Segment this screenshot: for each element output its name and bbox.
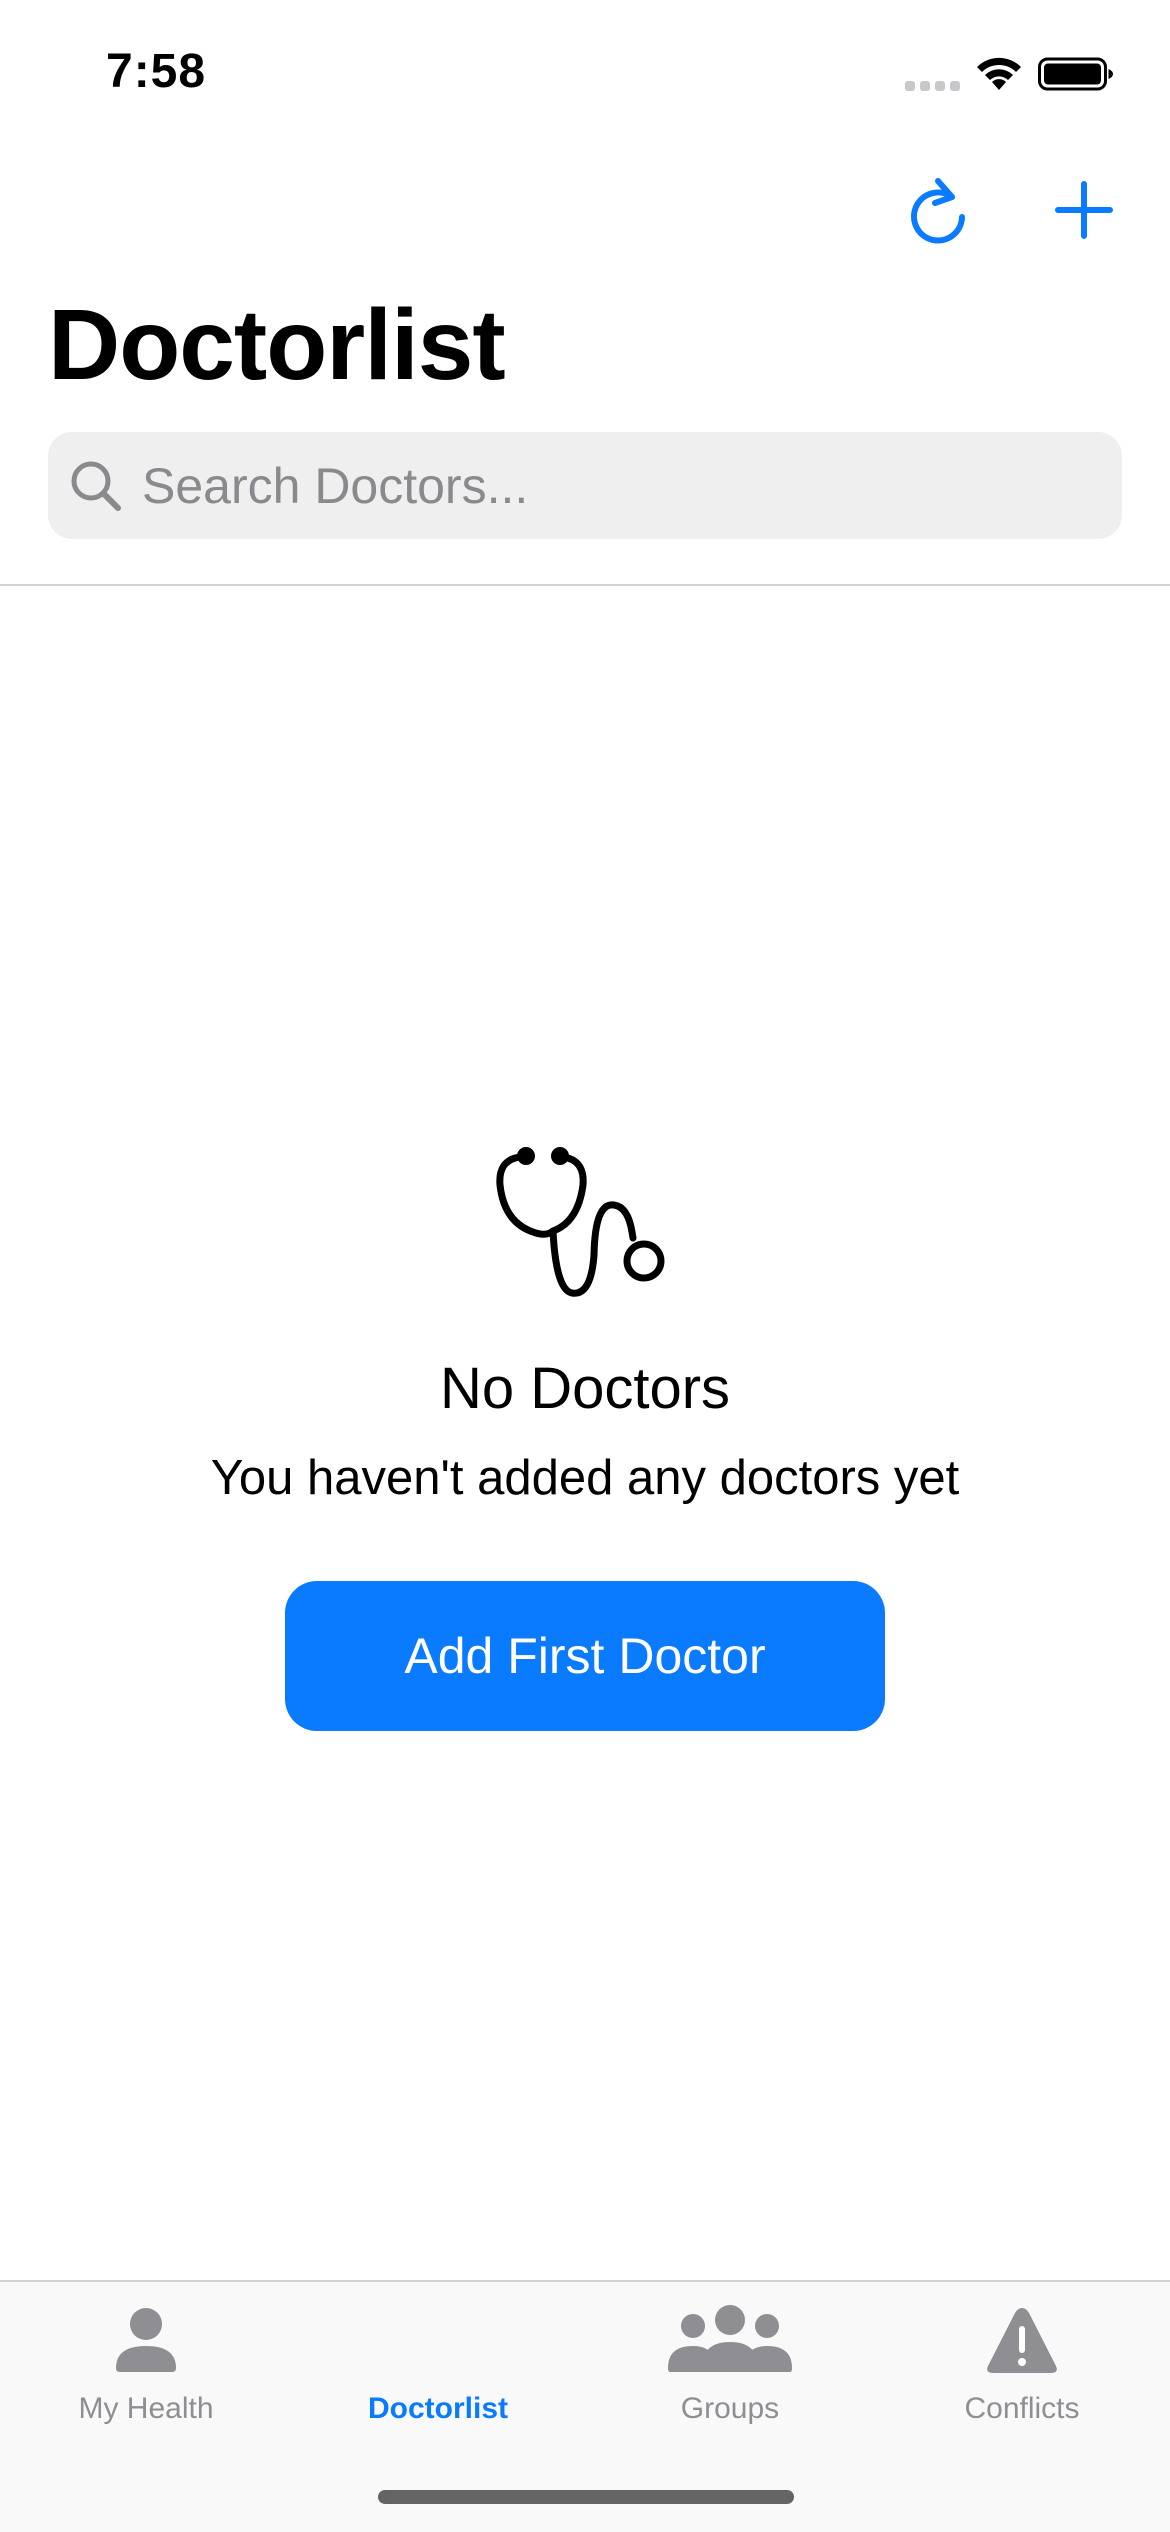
page-title: Doctorlist xyxy=(48,289,506,401)
tab-label: Conflicts xyxy=(964,2392,1080,2425)
person-icon xyxy=(116,2308,176,2372)
tab-label: Doctorlist xyxy=(367,2392,508,2425)
empty-state-title: No Doctors xyxy=(439,1356,731,1421)
refresh-button[interactable] xyxy=(898,170,978,250)
tab-label: My Health xyxy=(78,2392,214,2425)
status-bar: 7:58 xyxy=(0,0,1170,140)
stethoscope-icon xyxy=(496,1147,665,1297)
empty-state-subtitle: You haven't added any doctors yet xyxy=(210,1451,960,1505)
exclamation-triangle-icon xyxy=(987,2308,1057,2373)
status-time: 7:58 xyxy=(106,45,207,98)
add-first-doctor-button[interactable]: Add First Doctor xyxy=(285,1581,885,1731)
tab-doctorlist[interactable]: Doctorlist xyxy=(292,2282,584,2432)
tab-groups[interactable]: Groups xyxy=(584,2282,876,2432)
battery-icon xyxy=(1038,57,1113,91)
home-indicator xyxy=(378,2490,794,2504)
header-divider xyxy=(0,584,1170,586)
plus-icon xyxy=(1055,181,1113,239)
tab-label: Groups xyxy=(680,2392,780,2425)
magnifying-glass-icon xyxy=(71,461,121,511)
tab-conflicts[interactable]: Conflicts xyxy=(876,2282,1168,2432)
search-bar[interactable] xyxy=(48,432,1122,539)
person-3-icon xyxy=(668,2305,792,2372)
arrow-clockwise-icon xyxy=(911,178,965,244)
cellular-signal-icon xyxy=(905,81,960,91)
wifi-icon xyxy=(977,57,1021,90)
add-doctor-button[interactable] xyxy=(1044,170,1124,250)
search-input[interactable] xyxy=(142,432,1102,539)
tab-my-health[interactable]: My Health xyxy=(0,2282,292,2432)
